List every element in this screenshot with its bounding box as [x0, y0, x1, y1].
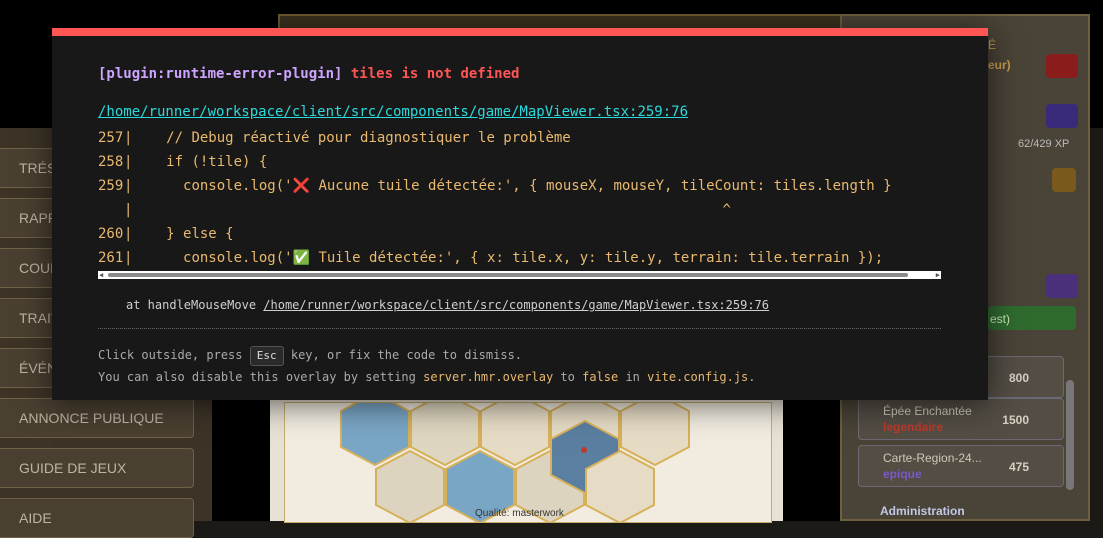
- item-name: Épée Enchantée: [883, 404, 972, 418]
- sidebar-item-game-guide[interactable]: GUIDE DE JEUX: [0, 448, 194, 488]
- scroll-thumb[interactable]: [108, 273, 908, 277]
- line-number: 258: [98, 154, 124, 170]
- setting-name: server.hmr.overlay: [423, 370, 554, 384]
- scroll-right-arrow-icon[interactable]: ▶: [936, 271, 940, 279]
- line-text: } else {: [132, 226, 234, 242]
- setting-value: false: [582, 370, 619, 384]
- stack-function: at handleMouseMove: [126, 298, 257, 312]
- config-file: vite.config.js: [647, 370, 749, 384]
- stack-file-link[interactable]: /home/runner/workspace/client/src/compon…: [263, 298, 769, 312]
- right-scrollbar[interactable]: [1066, 380, 1074, 490]
- item-price: 1500: [1002, 413, 1029, 427]
- stack-trace: at handleMouseMove /home/runner/workspac…: [126, 298, 769, 312]
- hex-map[interactable]: [284, 391, 772, 525]
- key-button[interactable]: [1046, 54, 1078, 78]
- line-text: if (!tile) {: [132, 154, 268, 170]
- line-text: // Debug réactivé pour diagnostiquer le …: [132, 130, 571, 146]
- code-line: 257| // Debug réactivé pour diagnostique…: [98, 126, 571, 150]
- hex-grid: [340, 391, 690, 525]
- shop-item[interactable]: Épée Enchantée legendaire 1500: [858, 398, 1064, 440]
- esc-key: Esc: [249, 346, 284, 366]
- line-number: 257: [98, 130, 124, 146]
- right-header-fragment: É: [988, 38, 997, 52]
- code-horizontal-scrollbar[interactable]: ◀ ▶: [98, 271, 941, 279]
- item-name: Carte-Region-24...: [883, 451, 982, 465]
- error-message: tiles is not defined: [350, 66, 520, 82]
- shop-item[interactable]: Carte-Region-24... epique 475: [858, 445, 1064, 487]
- scroll-left-arrow-icon[interactable]: ◀: [99, 271, 103, 279]
- admin-link[interactable]: Administration: [880, 504, 965, 518]
- error-title: [plugin:runtime-error-plugin] tiles is n…: [98, 66, 519, 82]
- xp-counter: 62/429 XP: [1018, 138, 1070, 150]
- line-number: 261: [98, 250, 124, 266]
- code-line: 258| if (!tile) {: [98, 150, 267, 174]
- dismiss-tip: Click outside, press Esc key, or fix the…: [98, 346, 522, 366]
- line-text: console.log('❌ Aucune tuile détectée:', …: [132, 178, 892, 194]
- quality-caption: Qualité: masterwork: [475, 508, 564, 519]
- item-price: 475: [1008, 460, 1029, 474]
- sidebar-item-help[interactable]: AIDE: [0, 498, 194, 538]
- item-rarity: epique: [883, 467, 922, 481]
- stats-button[interactable]: [1046, 104, 1078, 128]
- gold-icon: [1052, 168, 1076, 192]
- sidebar-item-label: AIDE: [19, 510, 52, 526]
- quest-fragment: est): [990, 312, 1011, 326]
- tip-text: You can also disable this overlay by set…: [98, 370, 416, 384]
- line-text: console.log('✅ Tuile détectée:', { x: ti…: [132, 250, 884, 266]
- tip-text: .: [748, 370, 756, 384]
- sidebar-item-label: GUIDE DE JEUX: [19, 460, 127, 476]
- sidebar-item-label: ANNONCE PUBLIQUE: [19, 410, 164, 426]
- code-frame: 257| // Debug réactivé pour diagnostique…: [98, 126, 941, 280]
- code-line: 260| } else {: [98, 222, 234, 246]
- item-rarity: legendaire: [883, 420, 944, 434]
- tip-text: key, or fix the code to dismiss.: [290, 348, 523, 362]
- tip-text: to: [560, 370, 575, 384]
- code-line: 259| console.log('❌ Aucune tuile détecté…: [98, 174, 892, 198]
- code-line: | ^: [124, 202, 731, 218]
- right-header-fragment-2: eur): [988, 58, 1011, 72]
- tip-text: Click outside, press: [98, 348, 243, 362]
- inventory-button[interactable]: [1046, 274, 1078, 298]
- sidebar-item-public-announcement[interactable]: ANNONCE PUBLIQUE: [0, 398, 194, 438]
- disable-tip: You can also disable this overlay by set…: [98, 370, 756, 384]
- code-line: 261| console.log('✅ Tuile détectée:', { …: [98, 246, 883, 270]
- divider: [98, 328, 941, 329]
- item-price: 800: [1008, 371, 1029, 385]
- file-link[interactable]: /home/runner/workspace/client/src/compon…: [98, 104, 688, 120]
- line-number: 259: [98, 178, 124, 194]
- tip-text: in: [625, 370, 640, 384]
- caret-marker: ^: [132, 202, 731, 218]
- error-overlay[interactable]: [plugin:runtime-error-plugin] tiles is n…: [52, 28, 988, 400]
- plugin-name: [plugin:runtime-error-plugin]: [98, 66, 343, 82]
- line-number: 260: [98, 226, 124, 242]
